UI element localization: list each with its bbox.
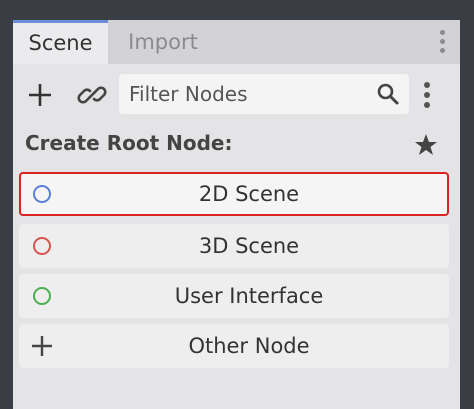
control-circle-icon: [31, 285, 53, 307]
tab-menu-icon[interactable]: [435, 28, 451, 56]
instance-scene-button[interactable]: [75, 78, 109, 112]
plus-icon: [32, 336, 52, 356]
tab-import[interactable]: Import: [113, 20, 213, 64]
search-icon[interactable]: [375, 81, 401, 107]
root-node-label: 3D Scene: [198, 234, 300, 258]
root-node-label: Other Node: [188, 334, 310, 358]
kebab-menu-icon[interactable]: [419, 80, 435, 110]
tab-scene[interactable]: Scene: [13, 20, 108, 64]
star-icon[interactable]: [413, 132, 439, 158]
dock-tabbar: Scene Import: [13, 20, 460, 64]
link-icon: [77, 86, 107, 104]
scene-dock: Scene Import Filter Nodes Create Root No…: [13, 20, 460, 409]
filter-nodes-input[interactable]: [119, 74, 359, 114]
root-node-label: 2D Scene: [198, 182, 300, 206]
node2d-circle-icon: [31, 183, 53, 205]
node3d-circle-icon: [31, 235, 53, 257]
root-node-3d-scene[interactable]: 3D Scene: [19, 224, 449, 268]
create-root-node-title: Create Root Node:: [25, 131, 233, 155]
add-node-button[interactable]: [23, 78, 57, 112]
root-node-user-interface[interactable]: User Interface: [19, 274, 449, 318]
filter-nodes-field[interactable]: [119, 74, 409, 114]
plus-icon: [29, 84, 51, 106]
root-node-other-node[interactable]: Other Node: [19, 324, 449, 368]
root-node-label: User Interface: [174, 284, 324, 308]
root-node-2d-scene[interactable]: 2D Scene: [19, 172, 449, 216]
